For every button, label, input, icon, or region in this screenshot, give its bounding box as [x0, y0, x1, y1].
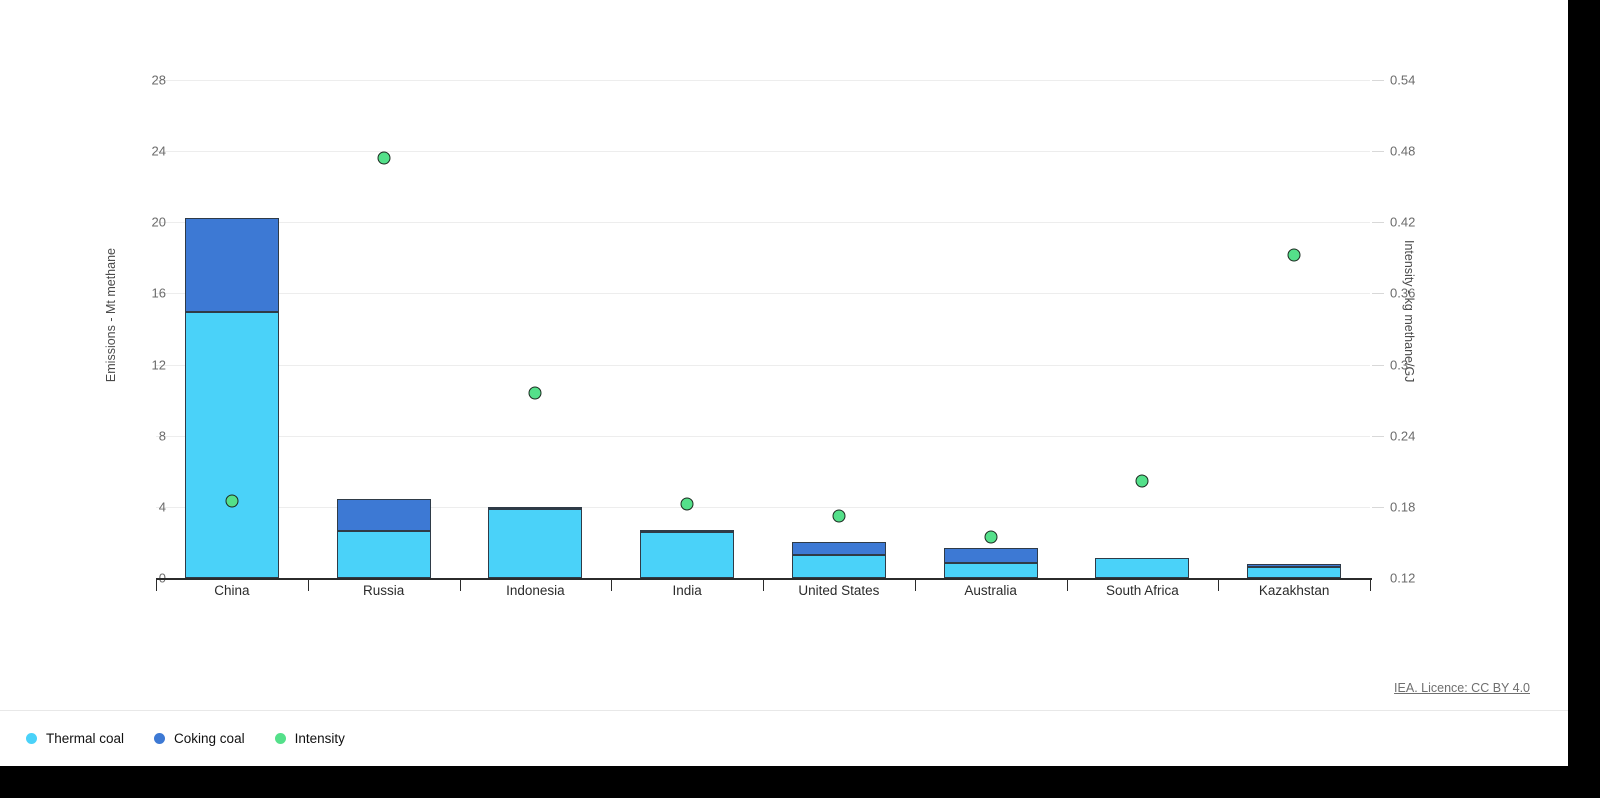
y-axis-left-tick-label: 12	[151, 357, 166, 373]
bar-segment-coking-coal[interactable]	[943, 547, 1038, 563]
bar-segment-coking-coal[interactable]	[488, 506, 583, 509]
y-axis-right-tick-mark	[1372, 80, 1384, 81]
x-axis-category-label[interactable]: South Africa	[1106, 583, 1179, 598]
y-axis-right-tick-label: 0.42	[1390, 214, 1416, 230]
x-axis-tick-mark	[459, 578, 461, 591]
bar-segment-coking-coal[interactable]	[1247, 563, 1342, 568]
intensity-marker[interactable]	[680, 497, 694, 511]
x-axis-tick-mark	[1218, 578, 1220, 591]
licence-link[interactable]: IEA. Licence: CC BY 4.0	[1394, 681, 1530, 695]
y-axis-right-tick-label: 0.18	[1390, 499, 1416, 515]
x-axis-tick-mark	[763, 578, 764, 591]
y-axis-left-title: Emissions - Mt methane	[104, 248, 118, 383]
y-axis-right-tick-mark	[1372, 293, 1384, 295]
bar-segment-thermal-coal[interactable]	[488, 508, 583, 578]
x-axis-tick-mark	[307, 578, 309, 591]
y-axis-right-tick-mark	[1372, 506, 1384, 508]
y-axis-left-tick-label: 4	[158, 499, 166, 515]
y-axis-right-tick-mark	[1372, 364, 1384, 366]
intensity-marker[interactable]	[377, 151, 391, 165]
y-axis-right-tick-label: 0.54	[1390, 72, 1416, 88]
legend-swatch-icon	[26, 733, 37, 744]
legend-item[interactable]: Intensity	[274, 731, 345, 746]
bar-segment-thermal-coal[interactable]	[336, 530, 431, 578]
legend-item[interactable]: Thermal coal	[26, 731, 124, 746]
y-axis-left-tick-label: 20	[151, 214, 166, 230]
bar-segment-coking-coal[interactable]	[184, 217, 279, 313]
legend-item-label: Intensity	[294, 731, 345, 746]
intensity-marker[interactable]	[832, 509, 846, 523]
bar-segment-thermal-coal[interactable]	[1247, 567, 1342, 578]
bar-segment-coking-coal[interactable]	[640, 529, 735, 532]
bar-segment-thermal-coal[interactable]	[640, 531, 735, 578]
x-axis-tick-mark	[1370, 578, 1371, 591]
x-axis-category-label[interactable]: India	[672, 583, 701, 598]
x-axis-tick-mark	[914, 578, 916, 591]
bar-group[interactable]	[943, 80, 1038, 578]
intensity-marker[interactable]	[1287, 248, 1301, 262]
bar-group[interactable]	[791, 80, 886, 578]
bar-segment-thermal-coal[interactable]	[184, 312, 279, 578]
x-axis-tick-mark	[156, 578, 157, 591]
legend-swatch-icon	[154, 733, 166, 744]
y-axis-right-tick-mark	[1372, 222, 1384, 224]
x-axis-category-label[interactable]: Russia	[363, 583, 404, 598]
chart-frame: Emissions - Mt methane Intensity - kg me…	[0, 0, 1568, 766]
bar-segment-thermal-coal[interactable]	[791, 554, 886, 578]
y-axis-left-tick-label: 8	[158, 428, 166, 444]
intensity-marker[interactable]	[1135, 474, 1149, 488]
y-axis-left-tick-label: 28	[151, 72, 166, 88]
x-axis-tick-mark	[1066, 578, 1068, 591]
bar-group[interactable]	[1247, 80, 1342, 578]
bar-group[interactable]	[488, 80, 583, 578]
y-axis-right-tick-label: 0.36	[1390, 285, 1416, 301]
y-axis-right-tick-mark	[1372, 435, 1384, 437]
x-axis-category-label[interactable]: Australia	[964, 583, 1017, 598]
intensity-marker[interactable]	[984, 530, 998, 543]
chart-legend: Thermal coal Coking coal Intensity	[0, 710, 1568, 766]
x-axis-category-label[interactable]: United States	[798, 583, 879, 598]
bar-segment-thermal-coal[interactable]	[1095, 557, 1190, 578]
x-axis-category-label[interactable]: Indonesia	[506, 583, 565, 598]
x-axis-category-label[interactable]: China	[214, 583, 249, 598]
y-axis-right-tick-mark	[1372, 151, 1384, 153]
bar-segment-thermal-coal[interactable]	[943, 562, 1038, 578]
y-axis-right-tick-label: 0.24	[1390, 428, 1416, 444]
y-axis-right-tick-label: 0.48	[1390, 143, 1416, 159]
bar-group[interactable]	[1095, 80, 1190, 578]
y-axis-left-tick-label: 24	[151, 143, 166, 159]
intensity-marker[interactable]	[225, 494, 239, 508]
chart-canvas: Emissions - Mt methane Intensity - kg me…	[0, 0, 1568, 710]
x-axis-line	[156, 578, 1372, 580]
intensity-marker[interactable]	[528, 386, 542, 400]
y-axis-left-tick-label: 16	[151, 285, 166, 301]
y-axis-right-tick-label: 0.3	[1390, 357, 1409, 373]
bar-segment-coking-coal[interactable]	[336, 498, 431, 531]
legend-item[interactable]: Coking coal	[154, 731, 245, 746]
legend-item-label: Coking coal	[174, 731, 245, 746]
legend-item-label: Thermal coal	[46, 731, 125, 746]
y-axis-right-tick-label: 0.12	[1390, 570, 1416, 586]
x-axis-tick-mark	[611, 578, 613, 591]
bar-segment-coking-coal[interactable]	[791, 542, 886, 555]
legend-swatch-icon	[274, 733, 286, 744]
x-axis-category-label[interactable]: Kazakhstan	[1259, 583, 1330, 598]
